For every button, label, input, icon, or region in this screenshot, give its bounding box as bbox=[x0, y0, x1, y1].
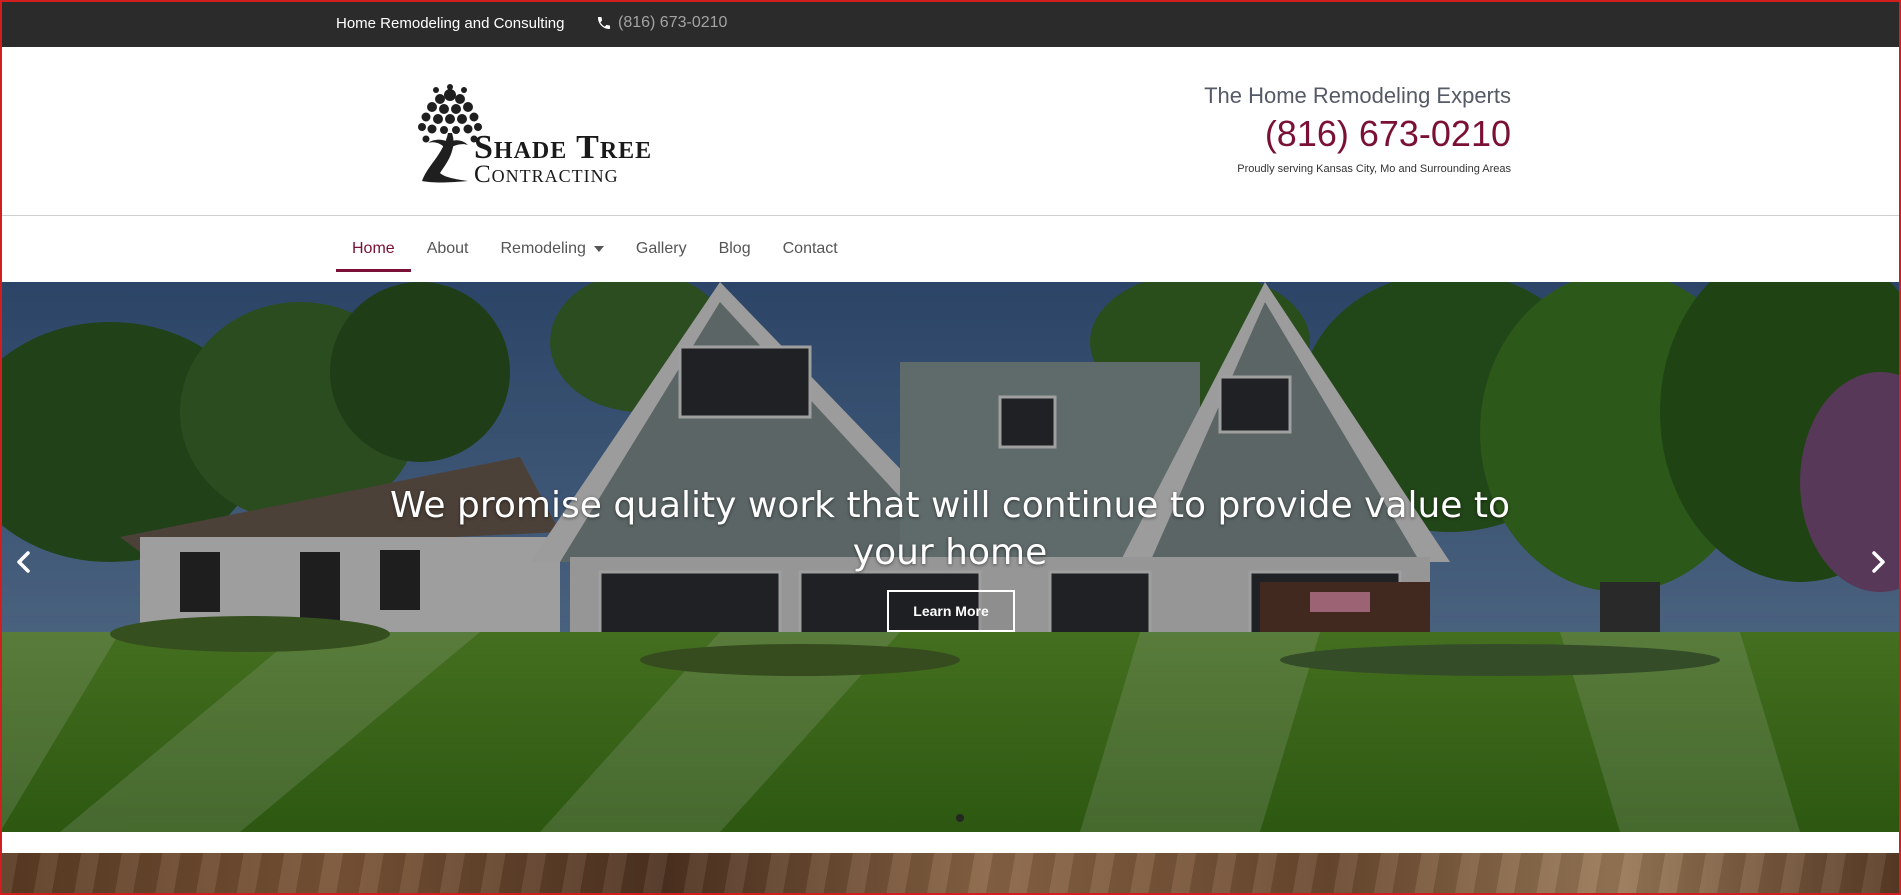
logo-brand-subtitle: Contracting bbox=[474, 161, 619, 188]
topbar-tagline: Home Remodeling and Consulting bbox=[336, 15, 565, 32]
nav-item-label: Gallery bbox=[635, 240, 687, 257]
main-navigation: Home About Remodeling Gallery Blog Conta… bbox=[0, 216, 1901, 282]
nav-item-about[interactable]: About bbox=[411, 216, 485, 282]
nav-item-label: Remodeling bbox=[500, 240, 586, 257]
nav-item-home[interactable]: Home bbox=[336, 216, 411, 282]
slider-pagination bbox=[956, 814, 964, 822]
phone-icon bbox=[598, 17, 610, 29]
nav-item-label: Contact bbox=[782, 240, 838, 257]
topbar-phone-link[interactable]: (816) 673-0210 bbox=[596, 14, 727, 32]
nav-item-remodeling[interactable]: Remodeling bbox=[485, 216, 620, 282]
nav-item-blog[interactable]: Blog bbox=[703, 216, 767, 282]
header-phone-link[interactable]: (816) 673-0210 bbox=[1204, 113, 1511, 155]
topbar-phone-number: (816) 673-0210 bbox=[618, 14, 728, 31]
nav-item-label: Blog bbox=[718, 240, 751, 257]
header-tagline: The Home Remodeling Experts bbox=[1204, 83, 1511, 108]
caret-down-icon bbox=[593, 246, 604, 252]
site-header: Shade Tree Contracting The Home Remodeli… bbox=[0, 47, 1901, 216]
site-logo[interactable]: Shade Tree Contracting bbox=[410, 81, 710, 188]
learn-more-button[interactable]: Learn More bbox=[887, 590, 1015, 632]
hero-headline: We promise quality work that will contin… bbox=[389, 485, 1511, 573]
top-bar: Home Remodeling and Consulting (816) 673… bbox=[0, 0, 1901, 47]
nav-item-label: About bbox=[426, 240, 469, 257]
nav-item-contact[interactable]: Contact bbox=[767, 216, 854, 282]
next-section-background-image bbox=[0, 853, 1901, 895]
chevron-left-icon[interactable] bbox=[12, 547, 36, 577]
header-contact: The Home Remodeling Experts (816) 673-02… bbox=[1204, 83, 1511, 175]
top-accent-line bbox=[871, 0, 1112, 2]
slider-dot[interactable] bbox=[956, 814, 964, 822]
top-accent-line bbox=[811, 0, 871, 2]
nav-item-gallery[interactable]: Gallery bbox=[620, 216, 703, 282]
header-service-area: Proudly serving Kansas City, Mo and Surr… bbox=[1237, 163, 1511, 175]
nav-item-label: Home bbox=[352, 240, 395, 257]
chevron-right-icon[interactable] bbox=[1866, 547, 1890, 577]
section-spacer bbox=[0, 832, 1901, 853]
hero-slider: We promise quality work that will contin… bbox=[0, 282, 1901, 832]
